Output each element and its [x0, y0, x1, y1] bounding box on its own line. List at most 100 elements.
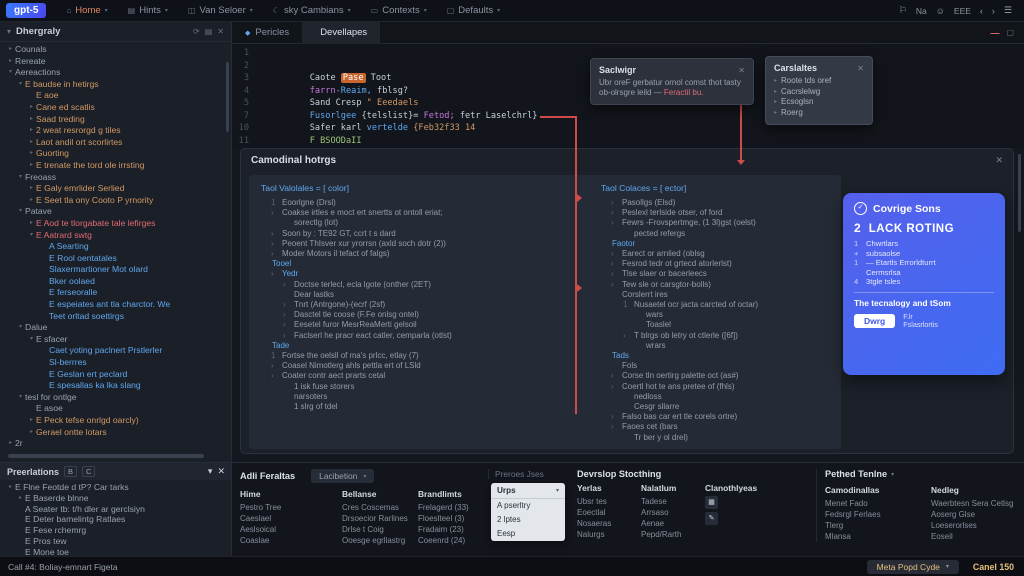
list-item[interactable]: E Fese rchemrg: [0, 525, 232, 536]
panel-row[interactable]: › Coakse irtles e moct ert snertts ot on…: [271, 208, 593, 218]
tree-item[interactable]: E Geslan ert peclard: [0, 369, 232, 381]
panel-row[interactable]: › Doctse terlecl, ecla lgote (onther (2E…: [283, 280, 593, 290]
tree-item[interactable]: ▾ E Aatrard swtg: [0, 230, 232, 242]
chevron-down-icon[interactable]: ▾: [7, 27, 11, 36]
panel-icon[interactable]: ▤: [205, 27, 213, 36]
panel-row[interactable]: › Moder Motors il tefact of falgs): [271, 249, 593, 259]
tree-item[interactable]: A Searting: [0, 241, 232, 253]
panel-row[interactable]: › Coasel Nimotlerg ahls pettla ert of LS…: [271, 361, 593, 371]
close-icon[interactable]: ✕: [995, 155, 1003, 166]
panel-row[interactable]: Toaslel: [635, 320, 837, 330]
panel-row[interactable]: 1 slrg of tdel: [283, 402, 593, 412]
tree-item[interactable]: ▾ tesl for ontlge: [0, 392, 232, 404]
panel-row[interactable]: › T blrgs ob letry ot ctlerle ([6f]): [623, 331, 837, 341]
panel-row[interactable]: › Coertl hot te ans pretee of (fhls): [611, 382, 837, 392]
tree-item[interactable]: ▸ 2r: [0, 438, 232, 450]
editor-tab[interactable]: ◆ Pericles: [232, 22, 302, 44]
menu-item[interactable]: ◫ Van Seloer ▾: [178, 0, 263, 22]
tree-item[interactable]: Sl-berrres: [0, 357, 232, 369]
list-item[interactable]: ▸ E Flne Feotde d tP? Car tarks: [0, 482, 232, 493]
panel-row[interactable]: › Falso bas car ert tle corels ortre): [611, 412, 837, 422]
panel-row[interactable]: wrars: [635, 341, 837, 351]
tree-item[interactable]: ▾ Freoass: [0, 172, 232, 184]
panel-row[interactable]: Cesgr sllarre: [623, 402, 837, 412]
panel-row[interactable]: Tads: [601, 351, 837, 361]
panel-row[interactable]: nedloss: [623, 392, 837, 402]
urps-dropdown[interactable]: Urps ▾ A pserltry2 lptesEesp: [491, 483, 565, 541]
panel-row[interactable]: › Yedr: [271, 269, 593, 279]
tree-item[interactable]: ▸ 2 weat resrorgd g tiles: [0, 125, 232, 137]
cancel-button[interactable]: Canel 150: [973, 562, 1014, 572]
panel-row[interactable]: Corslerrt ires: [611, 290, 837, 300]
panel-row[interactable]: narsoters: [283, 392, 593, 402]
tree-item[interactable]: Caet yoting paclnert Prstlerler: [0, 345, 232, 357]
tree-item[interactable]: E espeiates ant tla charctor. We: [0, 299, 232, 311]
filter-button-b[interactable]: B: [64, 466, 77, 477]
vertical-scrollbar[interactable]: [1018, 154, 1021, 232]
tree-item[interactable]: ▸ E trenate the tord ole irrsting: [0, 160, 232, 172]
panel-row[interactable]: 1 Eoorlgne (Drsl): [271, 198, 593, 208]
dropdown-option[interactable]: Eesp: [491, 527, 565, 541]
menu-item[interactable]: ▤ Hints ▾: [118, 0, 178, 22]
bell-icon[interactable]: ⚐: [899, 5, 907, 16]
card-action-button[interactable]: Dwrg: [854, 314, 895, 328]
list-item[interactable]: ▸ E Baserde blnne: [0, 493, 232, 504]
refresh-icon[interactable]: ⟳: [193, 27, 200, 36]
close-icon[interactable]: ✕: [857, 64, 864, 73]
panel-row[interactable]: Dear lastks: [283, 290, 593, 300]
tool-icon[interactable]: ✎: [705, 512, 718, 525]
panel-row[interactable]: › Eesetel furor MesrReaMerti gelsoil: [283, 320, 593, 330]
tree-item[interactable]: Slaxermartioner Mot olard: [0, 264, 232, 276]
panel-row[interactable]: › Faoes cet (bars: [611, 422, 837, 432]
panel-row[interactable]: 1 isk fuse storers: [283, 382, 593, 392]
tool-icon[interactable]: ▦: [705, 496, 718, 509]
tree-item[interactable]: ▸ E Peck tefse onrlgd oarcly): [0, 415, 232, 427]
panel-row[interactable]: Tr ber y ol drel): [623, 433, 837, 443]
dropdown-option[interactable]: 2 lptes: [491, 513, 565, 527]
back-icon[interactable]: ‹: [980, 6, 983, 16]
panel-row[interactable]: › Fewrs -Frovspertmge, (1 3l)gst (oelst): [611, 218, 837, 228]
tree-item[interactable]: ▸ Rereate: [0, 56, 232, 68]
tree-item[interactable]: ▸ Guorting: [0, 148, 232, 160]
popup-link[interactable]: Feractil bu.: [664, 88, 704, 97]
tree-item[interactable]: ▾ Patave: [0, 206, 232, 218]
list-item[interactable]: E Mone toe: [0, 547, 232, 556]
chevron-down-icon[interactable]: ▾: [891, 471, 894, 478]
panel-row[interactable]: › Earect or arnlied (oblsg: [611, 249, 837, 259]
hamburger-menu-icon[interactable]: ☰: [1004, 5, 1012, 16]
tree-item[interactable]: E spesallas ka lka slang: [0, 380, 232, 392]
panel-row[interactable]: pected refergs: [623, 229, 837, 239]
tree-item[interactable]: ▸ Counals: [0, 44, 232, 56]
tree-item[interactable]: ▸ Laot andil ort scorlirtes: [0, 137, 232, 149]
panel-row[interactable]: sorectlg (lot): [283, 218, 593, 228]
panel-row[interactable]: › Tew sle or carsgtor-bolls): [611, 280, 837, 290]
panel-row[interactable]: 1 Fortse the oelsll of ma's prlcc, etlay…: [271, 351, 593, 361]
horizontal-scrollbar[interactable]: [8, 454, 204, 458]
meta-popd-button[interactable]: Meta Popd Cyde ▾: [867, 560, 959, 574]
location-select[interactable]: Lacibetion ▾: [311, 469, 374, 483]
filter-button-c[interactable]: C: [82, 466, 95, 477]
tree-item[interactable]: ▸ Cane ed scatlis: [0, 102, 232, 114]
dropdown-option[interactable]: A pserltry: [491, 499, 565, 513]
panel-row[interactable]: 1 Nusaetel ocr jacta carcted of octar): [623, 300, 837, 310]
menu-item[interactable]: ▭ Contexts ▾: [361, 0, 437, 22]
close-icon[interactable]: ✕: [738, 66, 745, 75]
panel-row[interactable]: › Fesrod tedr ot grtecd atorlerlst): [611, 259, 837, 269]
tree-item[interactable]: E aoe: [0, 90, 232, 102]
tree-item[interactable]: E asoe: [0, 403, 232, 415]
tree-item[interactable]: ▸ E Galy emrlider Serlied: [0, 183, 232, 195]
tree-item[interactable]: Bker oolaed: [0, 276, 232, 288]
panel-row[interactable]: › Soon by : TE92 GT, ccrt t s dard: [271, 229, 593, 239]
tree-item[interactable]: E Rool oentatales: [0, 253, 232, 265]
panel-row[interactable]: › Coater contr aect prarts cetal: [271, 371, 593, 381]
panel-row[interactable]: › Dasctel tle coose (F.Fe onlsg ontel): [283, 310, 593, 320]
chevron-down-icon[interactable]: ▾: [208, 466, 213, 477]
forward-icon[interactable]: ›: [992, 6, 995, 16]
list-item[interactable]: E Deter bamelintg Ratlaes: [0, 514, 232, 525]
panel-row[interactable]: Faotor: [601, 239, 837, 249]
panel-row[interactable]: Fols: [611, 361, 837, 371]
tree-item[interactable]: ▾ Aereactions: [0, 67, 232, 79]
panel-row[interactable]: Tooel: [261, 259, 593, 269]
tree-item[interactable]: Teet orltad soettirgs: [0, 311, 232, 323]
list-item[interactable]: E Pros tew: [0, 536, 232, 547]
